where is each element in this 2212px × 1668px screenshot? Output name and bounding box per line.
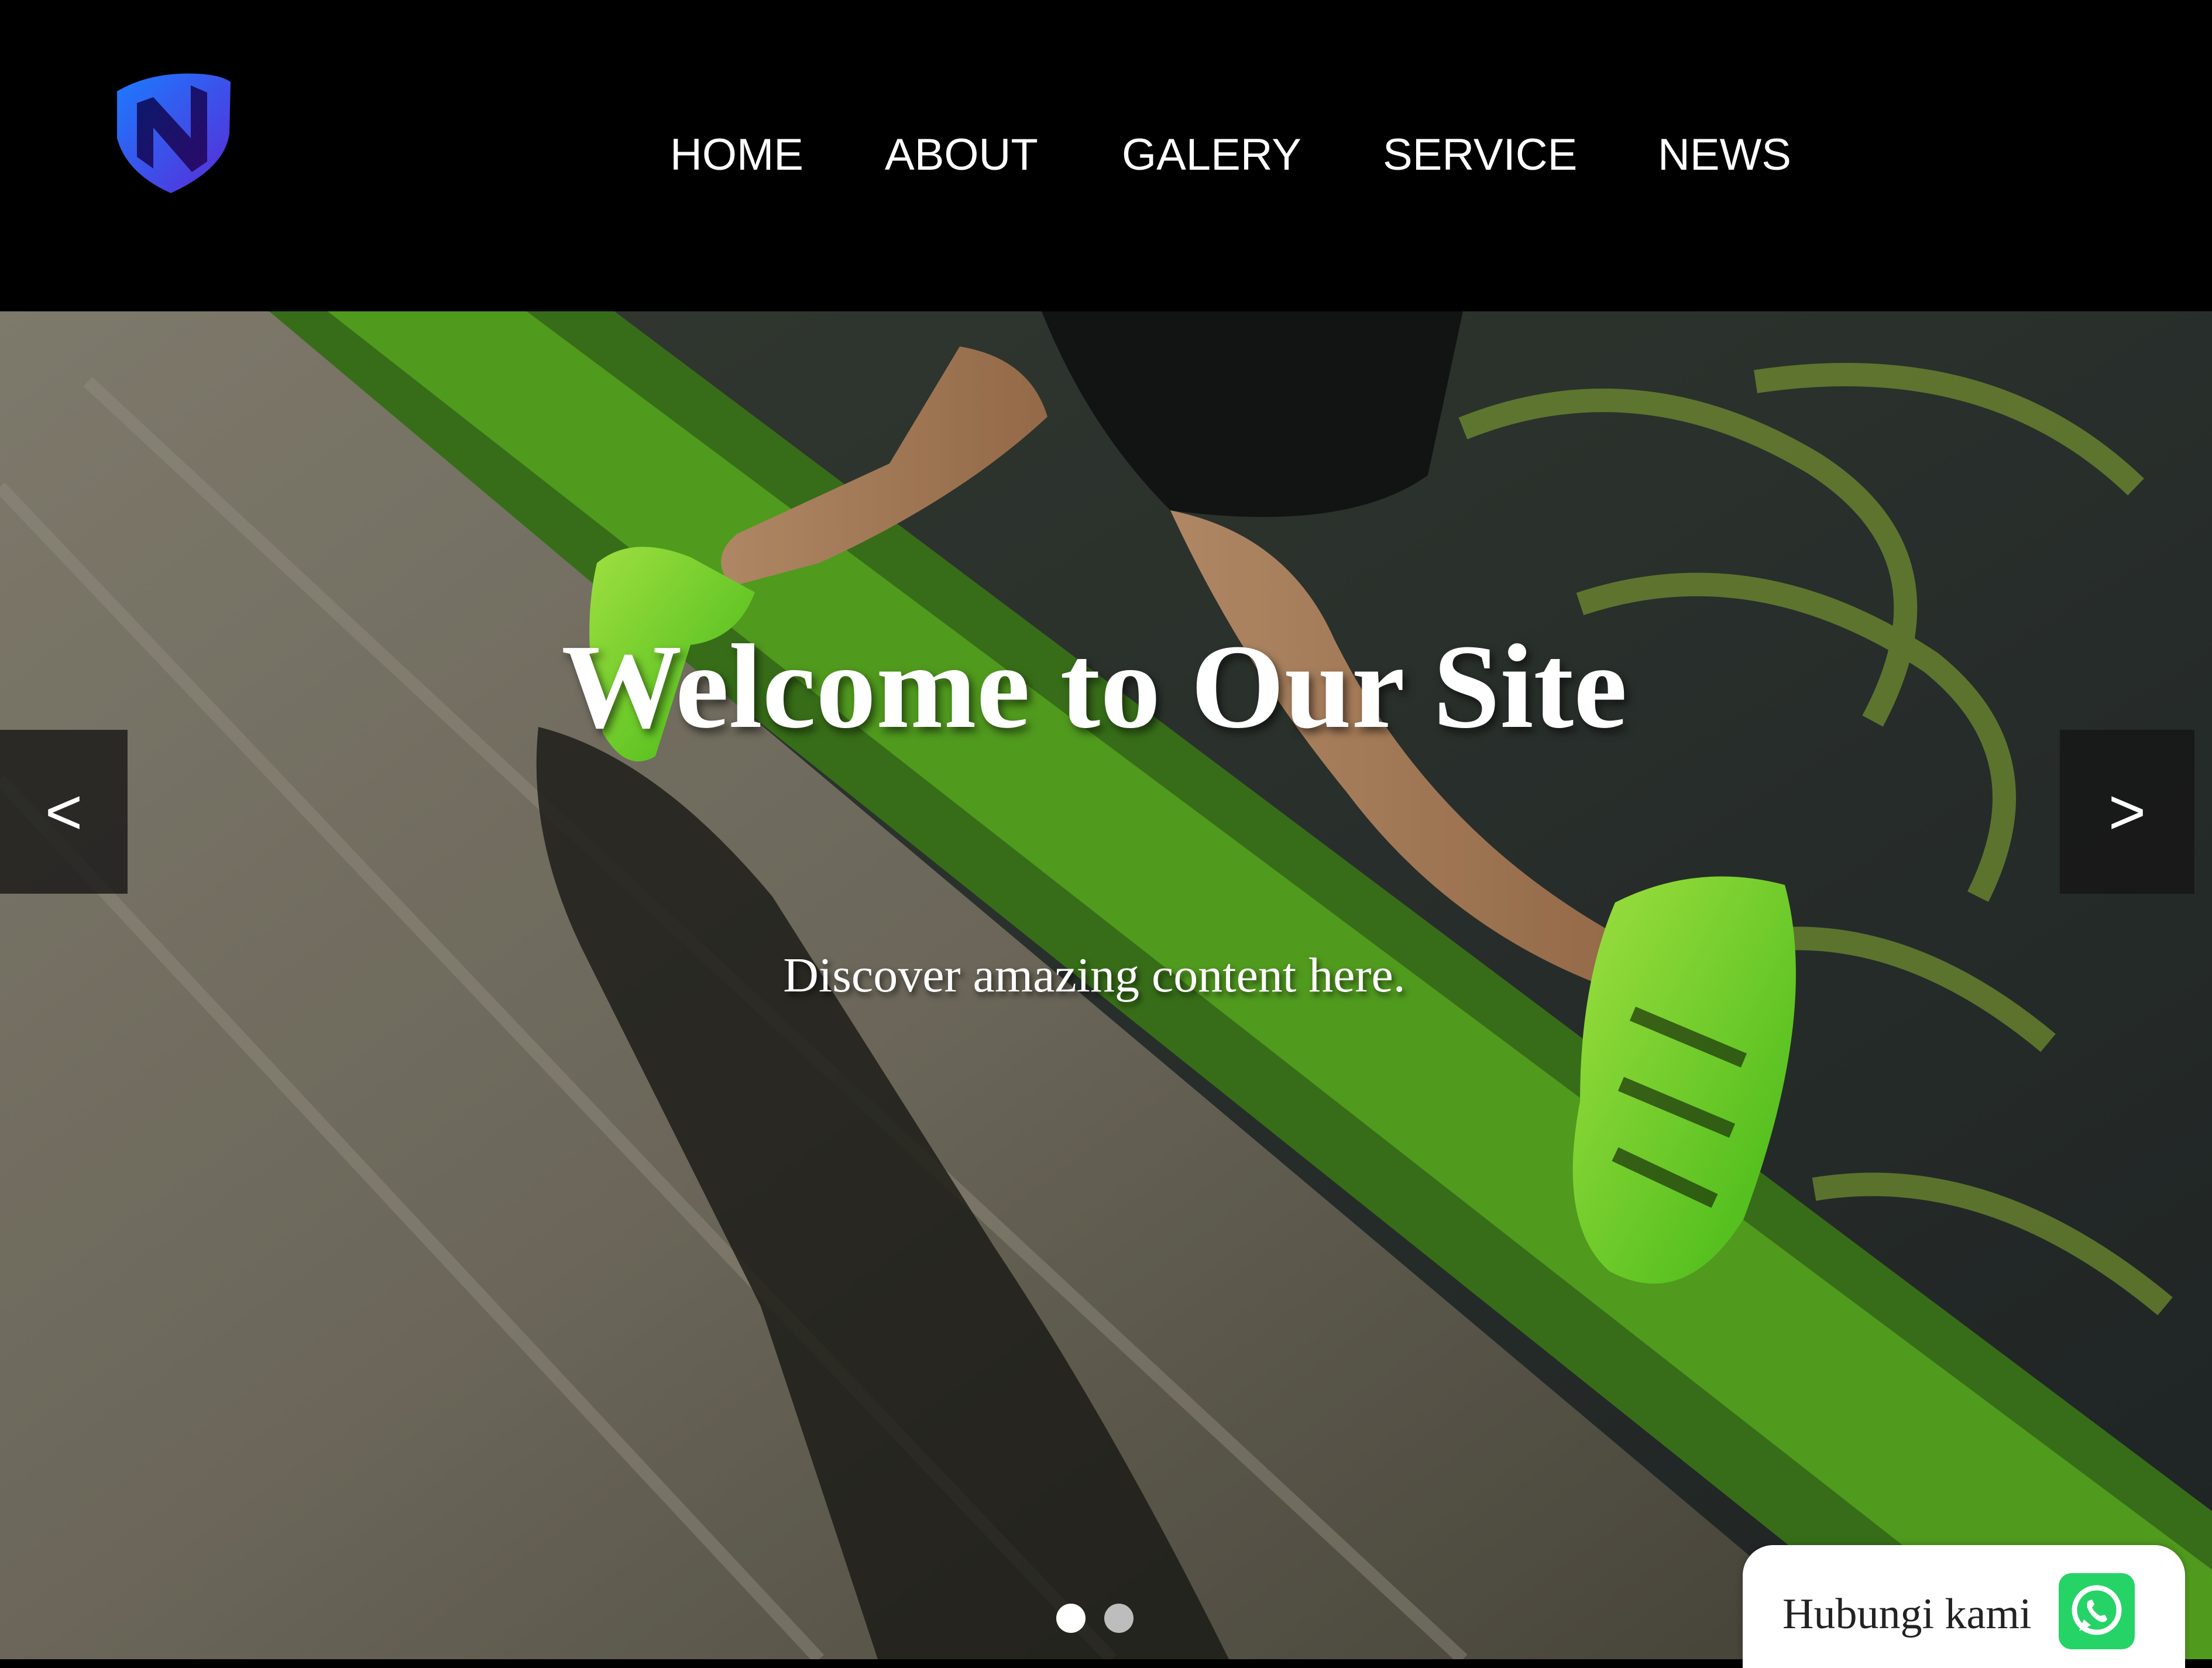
contact-label: Hubungi kami <box>1782 1590 2032 1638</box>
site-header: HOME ABOUT GALERY SERVICE NEWS <box>0 0 2212 311</box>
nav-news[interactable]: NEWS <box>1658 123 1791 187</box>
nav-about[interactable]: ABOUT <box>885 123 1038 187</box>
slider-dots <box>1056 1604 1138 1635</box>
slider-prev-button[interactable]: < <box>0 730 128 894</box>
nav-galery[interactable]: GALERY <box>1122 123 1301 187</box>
nav-service[interactable]: SERVICE <box>1383 123 1577 187</box>
nav-home[interactable]: HOME <box>670 123 803 187</box>
slider-next-button[interactable]: > <box>2060 730 2194 894</box>
hero-subtitle: Discover amazing content here. <box>783 948 1406 1003</box>
hero-slider: Welcome to Our Site Discover amazing con… <box>0 311 2212 1659</box>
whatsapp-icon <box>2059 1573 2135 1649</box>
slide-dot-2[interactable] <box>1104 1604 1134 1633</box>
hero-title: Welcome to Our Site <box>561 619 1627 753</box>
main-nav: HOME ABOUT GALERY SERVICE NEWS <box>0 123 2212 187</box>
whatsapp-contact-button[interactable]: Hubungi kami <box>1743 1545 2185 1668</box>
slide-dot-1[interactable] <box>1056 1604 1086 1633</box>
